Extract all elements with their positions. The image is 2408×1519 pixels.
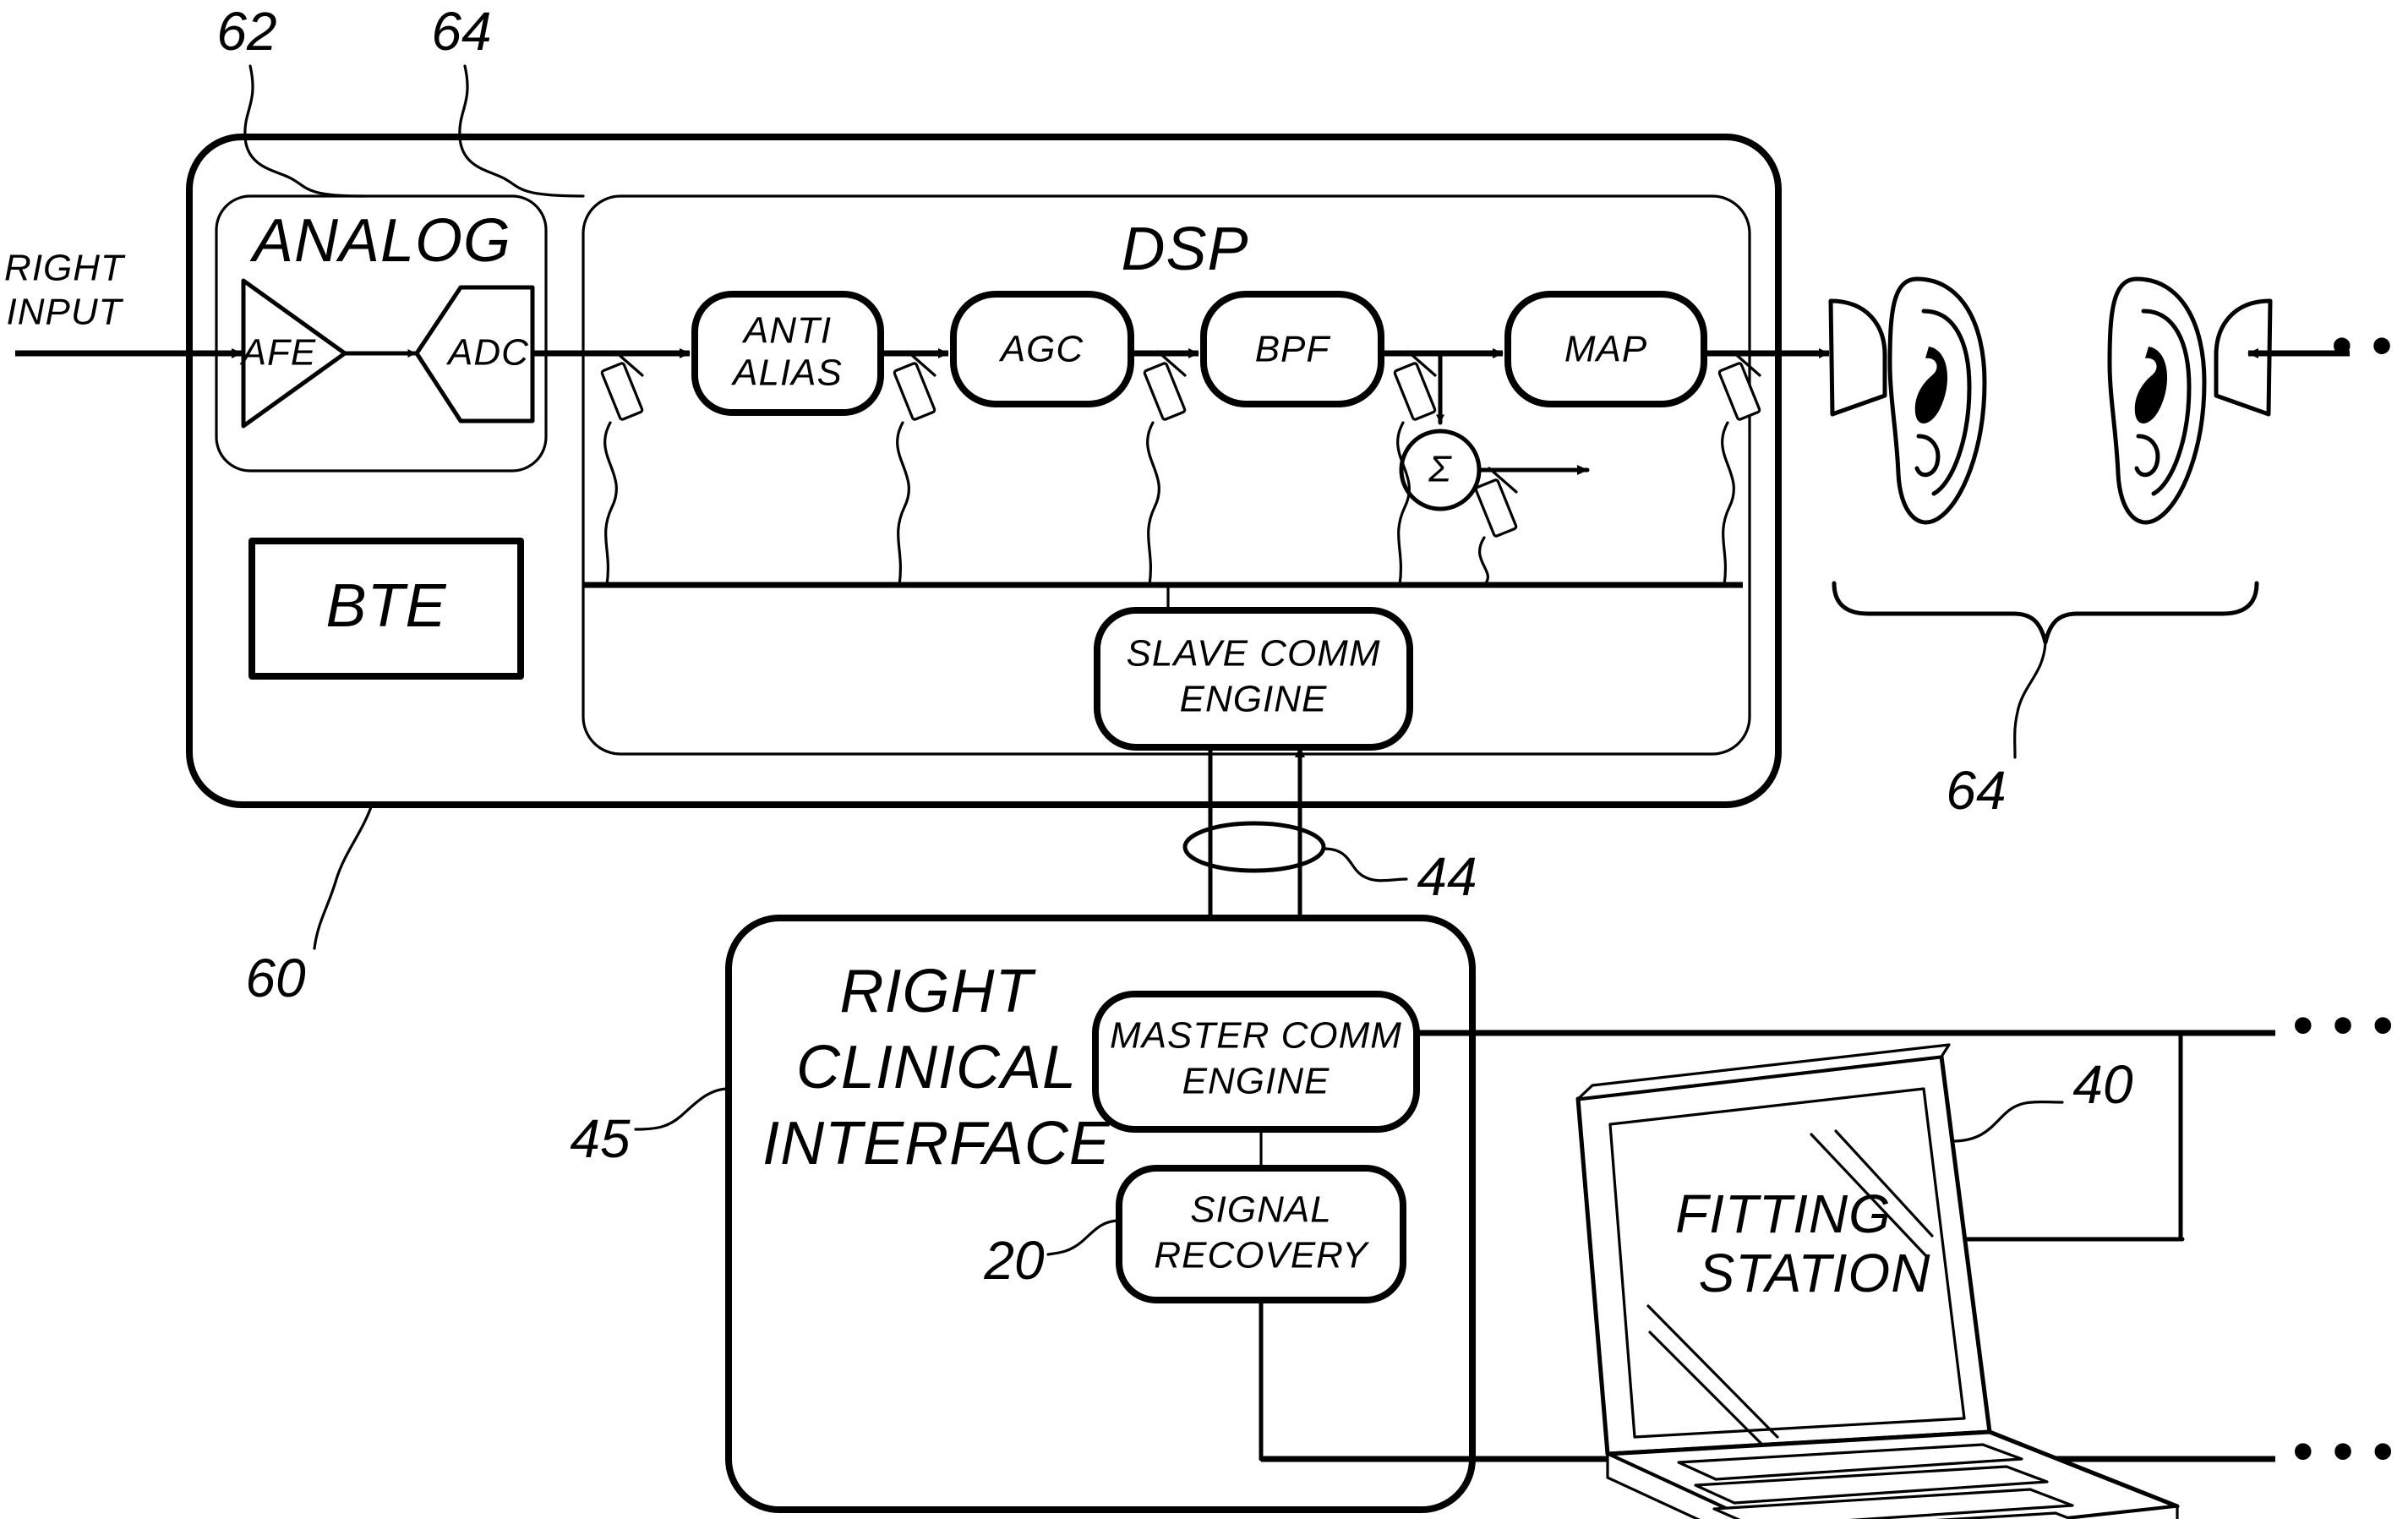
ref-leader-60: 60 [245, 803, 374, 1008]
receiver-right [1828, 298, 1887, 417]
receiver-left-shell [2214, 298, 2273, 417]
ear-right [1887, 276, 1987, 525]
ref-40-label: 40 [2072, 1054, 2133, 1115]
anti-alias-label-line2: ALIAS [730, 352, 843, 394]
ref-62-label: 62 [216, 1, 276, 62]
fitting-station: FITTING STATION 40 [1575, 1043, 2180, 1519]
input-label-line2: INPUT [7, 292, 124, 333]
ref-45-leader-line [634, 1087, 730, 1131]
block-agc: AGC [950, 291, 1134, 407]
slave-comm-engine-label-line1: SLAVE COMM [1127, 633, 1381, 675]
slave-comm-engine-label-line2: ENGINE [1180, 679, 1328, 720]
ref-64-bottom-label: 64 [1946, 760, 2006, 821]
map-label: MAP [1564, 329, 1647, 370]
analog-section: ANALOG AFE ADC [215, 194, 548, 473]
block-anti-alias: ANTI ALIAS [691, 291, 884, 416]
adc-label: ADC [445, 332, 529, 374]
bte-badge-label: BTE [325, 572, 446, 640]
fitting-station-label-line1: FITTING [1675, 1183, 1892, 1244]
master-comm-engine: MASTER COMM ENGINE [1092, 991, 1420, 1133]
ref-60-leader-line [313, 803, 374, 950]
ref-40-leader-line [1951, 1100, 2064, 1143]
master-comm-engine-label-line2: ENGINE [1182, 1061, 1330, 1102]
ref-64-top-label: 64 [431, 1, 491, 62]
ref-60-label: 60 [245, 948, 306, 1008]
analog-section-title: ANALOG [249, 207, 511, 275]
agc-label: AGC [998, 329, 1084, 370]
clinical-interface-title-line2: CLINICAL [796, 1034, 1077, 1101]
ellipsis-top-right: • • • [2331, 312, 2408, 380]
ref-45-label: 45 [570, 1108, 631, 1169]
ear-bracket: 64 [1832, 581, 2259, 821]
bte-badge: BTE [248, 538, 524, 680]
wireless-link-ellipse [1182, 821, 1326, 873]
ref-64-bottom-leader-line [2013, 641, 2047, 759]
signal-recovery-label-line1: SIGNAL [1190, 1189, 1331, 1231]
summation-symbol: Σ [1428, 449, 1452, 490]
block-map: MAP [1504, 291, 1707, 407]
ref-20-label: 20 [983, 1230, 1045, 1291]
slave-comm-engine: SLAVE COMM ENGINE [1094, 607, 1413, 751]
ear-bracket-curve [1832, 581, 2259, 645]
clinical-interface-title-line3: INTERFACE [762, 1110, 1111, 1177]
bpf-label: BPF [1255, 329, 1331, 370]
fitting-station-label-line2: STATION [1699, 1243, 1931, 1303]
dsp-section-title: DSP [1121, 216, 1248, 283]
input-label-line1: RIGHT [4, 248, 126, 289]
ref-leader-45: 45 [570, 1087, 730, 1169]
anti-alias-label-line1: ANTI [741, 310, 832, 352]
ellipsis-bottom-right: • • • [2292, 1418, 2394, 1485]
ear-left [2107, 276, 2207, 525]
receiver-left [2214, 298, 2273, 417]
master-comm-engine-label-line1: MASTER COMM [1110, 1015, 1402, 1057]
figure-canvas: ANALOG AFE ADC DSP RIGHT INPUT ANTI ALIA… [4, 1, 2408, 1519]
ellipsis-mid-right: • • • [2292, 992, 2394, 1059]
ref-44-leader-line [1322, 847, 1408, 882]
ref-44-label: 44 [1417, 846, 1477, 907]
patent-figure: ANALOG AFE ADC DSP RIGHT INPUT ANTI ALIA… [0, 0, 2408, 1519]
signal-recovery-label-line2: RECOVERY [1154, 1235, 1369, 1276]
block-bpf: BPF [1200, 291, 1384, 407]
afe-label: AFE [239, 332, 317, 374]
signal-recovery: SIGNAL RECOVERY [1116, 1165, 1406, 1303]
receiver-right-shell [1828, 298, 1887, 417]
clinical-interface-title-line1: RIGHT [840, 958, 1037, 1025]
